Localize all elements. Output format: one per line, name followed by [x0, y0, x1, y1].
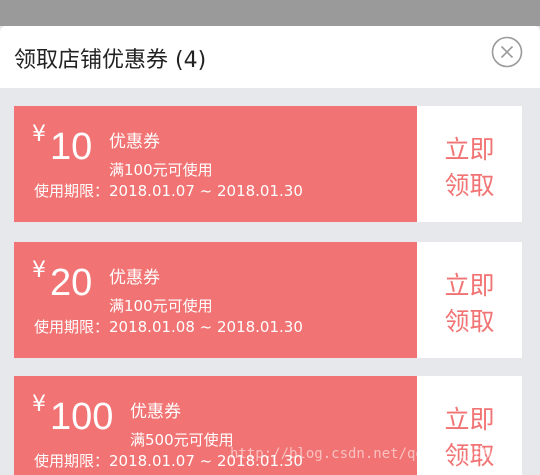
- coupon-condition: 满500元可使用: [130, 431, 234, 449]
- coupon-label: 优惠券: [130, 402, 181, 422]
- coupon-validity: 使用期限：2018.01.08 ~ 2018.01.30: [34, 318, 303, 336]
- coupon-label: 优惠券: [109, 132, 160, 152]
- watermark-text: http://blog.csdn.net/qq_3...509: [230, 446, 492, 462]
- claim-label: 立即 领取: [417, 132, 522, 204]
- currency-symbol: ¥: [32, 122, 46, 147]
- dim-overlay: [0, 0, 540, 26]
- coupon-card: ¥ 10 优惠券 满100元可使用 使用期限：2018.01.07 ~ 2018…: [14, 106, 522, 222]
- coupon-condition: 满100元可使用: [109, 297, 213, 315]
- close-circle-icon: [491, 36, 523, 68]
- close-button[interactable]: [491, 36, 523, 68]
- claim-label-line2: 领取: [444, 171, 495, 200]
- currency-symbol: ¥: [32, 258, 46, 283]
- currency-symbol: ¥: [32, 392, 46, 417]
- claim-label-line1: 立即: [444, 271, 495, 300]
- claim-label-line2: 领取: [444, 307, 495, 336]
- coupon-dialog: 领取店铺优惠券 (4) ¥ 10 优惠券 满100元可使用 使用期限：2018.…: [0, 26, 540, 475]
- coupon-info: ¥ 10 优惠券 满100元可使用 使用期限：2018.01.07 ~ 2018…: [14, 106, 417, 222]
- claim-label-line1: 立即: [444, 405, 495, 434]
- claim-label: 立即 领取: [417, 268, 522, 340]
- claim-button[interactable]: 立即 领取: [417, 242, 522, 358]
- coupon-card: ¥ 20 优惠券 满100元可使用 使用期限：2018.01.08 ~ 2018…: [14, 242, 522, 358]
- coupon-label: 优惠券: [109, 268, 160, 288]
- coupon-amount: 100: [50, 396, 114, 438]
- coupon-info: ¥ 20 优惠券 满100元可使用 使用期限：2018.01.08 ~ 2018…: [14, 242, 417, 358]
- coupon-condition: 满100元可使用: [109, 161, 213, 179]
- claim-label-line1: 立即: [444, 135, 495, 164]
- claim-label: 立即 领取: [417, 402, 522, 474]
- coupon-amount: 20: [50, 262, 93, 304]
- dialog-title: 领取店铺优惠券 (4): [14, 48, 207, 73]
- coupon-amount: 10: [50, 126, 93, 168]
- dialog-header: 领取店铺优惠券 (4): [0, 26, 540, 88]
- coupon-validity: 使用期限：2018.01.07 ~ 2018.01.30: [34, 182, 303, 200]
- claim-button[interactable]: 立即 领取: [417, 106, 522, 222]
